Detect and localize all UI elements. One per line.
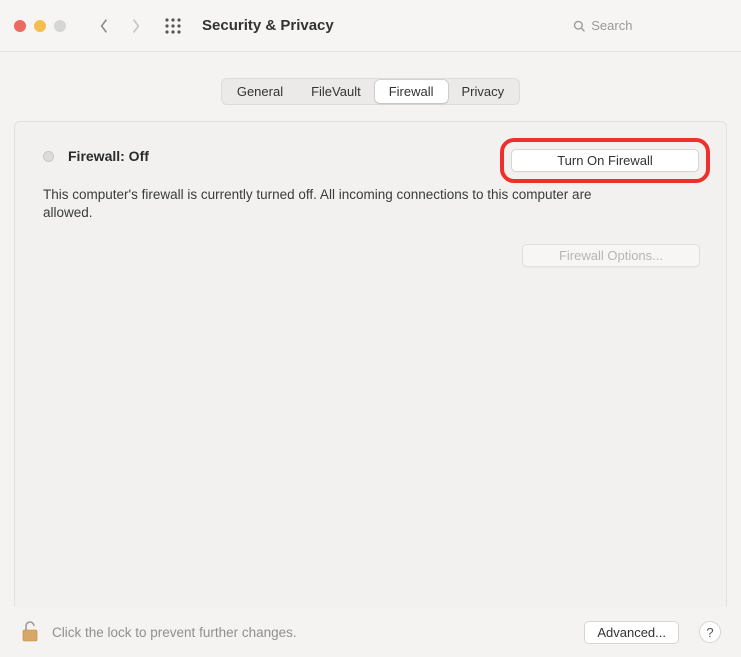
firewall-status-label: Firewall: Off <box>68 148 149 164</box>
back-button[interactable] <box>92 12 116 40</box>
chevron-right-icon <box>131 18 141 34</box>
tab-firewall[interactable]: Firewall <box>375 80 448 103</box>
firewall-panel: Firewall: Off Turn On Firewall This comp… <box>14 121 727 616</box>
tab-segment: General FileVault Firewall Privacy <box>221 78 520 105</box>
minimize-window-button[interactable] <box>34 20 46 32</box>
search-input[interactable] <box>591 18 721 33</box>
search-field[interactable] <box>567 13 727 39</box>
lock-hint-text: Click the lock to prevent further change… <box>52 625 572 640</box>
window-title: Security & Privacy <box>202 17 334 34</box>
tab-privacy[interactable]: Privacy <box>448 80 519 103</box>
advanced-button[interactable]: Advanced... <box>584 621 679 644</box>
help-button[interactable]: ? <box>699 621 721 643</box>
grid-icon <box>165 18 181 34</box>
chevron-left-icon <box>99 18 109 34</box>
highlight-annotation: Turn On Firewall <box>500 138 710 183</box>
tab-general[interactable]: General <box>223 80 297 103</box>
firewall-options-button: Firewall Options... <box>522 244 700 267</box>
status-indicator-icon <box>43 151 54 162</box>
tab-filevault[interactable]: FileVault <box>297 80 375 103</box>
toolbar: Security & Privacy <box>0 0 741 52</box>
fullscreen-window-button[interactable] <box>54 20 66 32</box>
lock-button[interactable] <box>20 620 40 644</box>
window-controls <box>14 20 66 32</box>
footer-bar: Click the lock to prevent further change… <box>0 607 741 657</box>
show-all-button[interactable] <box>160 12 186 40</box>
tab-bar: General FileVault Firewall Privacy <box>0 52 741 105</box>
forward-button[interactable] <box>124 12 148 40</box>
close-window-button[interactable] <box>14 20 26 32</box>
turn-on-firewall-button[interactable]: Turn On Firewall <box>511 149 699 172</box>
unlocked-lock-icon <box>20 620 40 644</box>
search-icon <box>573 19 585 33</box>
firewall-description: This computer's firewall is currently tu… <box>43 186 633 222</box>
